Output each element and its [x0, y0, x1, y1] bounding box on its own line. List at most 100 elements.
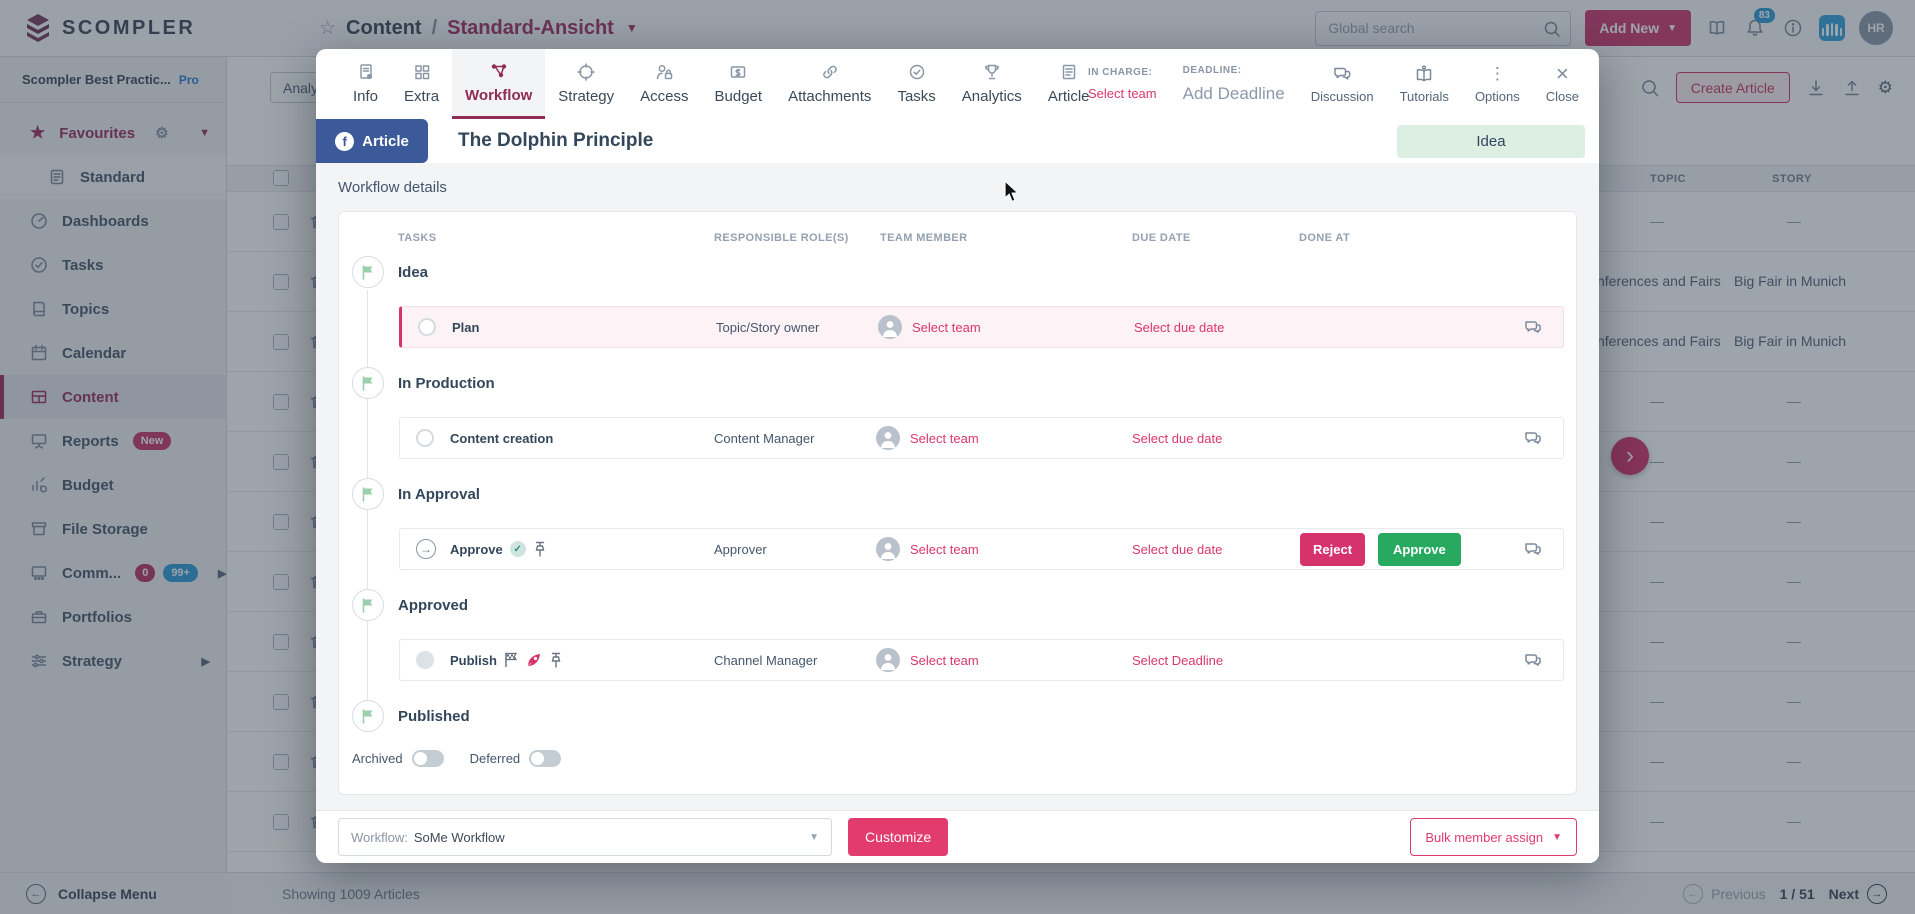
tab-workflow[interactable]: Workflow [452, 49, 546, 119]
select-team-link[interactable]: Select team [910, 542, 979, 557]
column-role: RESPONSIBLE ROLE(S) [714, 232, 849, 244]
discussion-button[interactable]: Discussion [1311, 64, 1374, 104]
options-button[interactable]: ⋮ Options [1475, 64, 1520, 104]
task-name: Plan [452, 319, 480, 335]
trophy-icon [984, 64, 999, 80]
task-row-content-creation: Content creation Content Manager Select … [399, 417, 1564, 459]
approve-button[interactable]: Approve [1378, 532, 1461, 566]
select-deadline-link[interactable]: Select Deadline [1132, 653, 1223, 668]
tab-access[interactable]: Access [627, 49, 701, 119]
mouse-cursor [1004, 180, 1020, 203]
section-title: Workflow details [338, 179, 447, 196]
workflow-status-badge: Idea [1397, 124, 1585, 158]
deadline-label: DEADLINE: [1182, 64, 1242, 76]
approval-check-icon: ✓ [509, 541, 526, 557]
column-tasks: TASKS [398, 232, 437, 244]
task-role: Content Manager [714, 430, 815, 446]
facebook-icon: f [335, 131, 355, 151]
article-type-badge: f Article [316, 119, 428, 163]
archived-toggle[interactable] [411, 750, 444, 767]
stage-in-production: In Production [352, 367, 495, 399]
close-icon: × [1555, 61, 1569, 86]
task-chat-icon[interactable] [1523, 307, 1543, 347]
pin-icon [535, 541, 545, 557]
kebab-menu-icon: ⋮ [1488, 64, 1506, 83]
go-to-task-icon[interactable]: → [416, 539, 436, 559]
task-row-approve: → Approve ✓ Approver Select team Select … [399, 528, 1564, 570]
customize-button[interactable]: Customize [848, 818, 949, 856]
avatar [878, 315, 902, 339]
link-icon [822, 65, 837, 79]
task-chat-icon[interactable] [1523, 640, 1543, 680]
column-team: TEAM MEMBER [880, 232, 968, 244]
tab-strategy[interactable]: Strategy [545, 49, 627, 119]
select-team-link[interactable]: Select team [910, 653, 979, 668]
info-document-icon [359, 64, 372, 80]
stage-idea: Idea [352, 256, 428, 288]
task-name: Content creation [450, 430, 554, 446]
tab-attachments[interactable]: Attachments [775, 49, 884, 119]
tab-analytics[interactable]: Analytics [949, 49, 1035, 119]
article-document-icon [1062, 64, 1075, 80]
modal-title-bar: f Article The Dolphin Principle Idea [316, 119, 1599, 163]
flag-icon [352, 256, 384, 288]
chevron-down-icon: ▼ [1552, 831, 1562, 843]
task-row-publish: Publish Channel Manager Select team Sele… [399, 639, 1564, 681]
tab-tasks[interactable]: Tasks [884, 49, 948, 119]
flag-icon [352, 589, 384, 621]
workflow-card: TASKS RESPONSIBLE ROLE(S) TEAM MEMBER DU… [338, 211, 1577, 795]
task-chat-icon[interactable] [1523, 418, 1543, 458]
tab-info[interactable]: Info [340, 49, 391, 119]
archived-toggle-group: Archived [352, 750, 444, 767]
grid-icon [414, 65, 429, 80]
select-due-date-link[interactable]: Select due date [1132, 431, 1222, 446]
reject-button[interactable]: Reject [1300, 532, 1366, 566]
bulk-member-assign-button[interactable]: Bulk member assign ▼ [1410, 818, 1577, 856]
task-complete-checkbox[interactable] [416, 429, 434, 447]
select-due-date-link[interactable]: Select due date [1134, 320, 1224, 335]
add-deadline-link[interactable]: Add Deadline [1183, 84, 1285, 104]
tab-extra[interactable]: Extra [391, 49, 452, 119]
deferred-toggle[interactable] [529, 750, 562, 767]
column-done: DONE AT [1299, 232, 1351, 244]
in-charge-select-team-link[interactable]: Select team [1088, 86, 1157, 101]
discussion-chat-icon [1334, 67, 1351, 80]
workflow-select-label: Workflow: [351, 829, 408, 845]
select-due-date-link[interactable]: Select due date [1132, 542, 1222, 557]
avatar [876, 648, 900, 672]
task-role: Topic/Story owner [716, 319, 820, 335]
column-due: DUE DATE [1132, 232, 1191, 244]
chevron-down-icon: ▼ [809, 831, 819, 843]
archived-label: Archived [352, 751, 403, 766]
flag-icon [352, 367, 384, 399]
stage-published: Published [352, 700, 470, 732]
money-icon [731, 66, 746, 78]
task-name: Approve [450, 541, 503, 557]
task-complete-checkbox[interactable] [418, 318, 436, 336]
task-role: Channel Manager [714, 652, 818, 668]
close-button[interactable]: × Close [1546, 61, 1579, 104]
tutorials-book-icon [1417, 65, 1432, 82]
select-team-link[interactable]: Select team [912, 320, 981, 335]
tutorials-button[interactable]: Tutorials [1400, 64, 1449, 104]
finish-flag-icon [505, 652, 518, 668]
workflow-select[interactable]: Workflow: SoMe Workflow ▼ [338, 818, 832, 856]
target-icon [577, 63, 595, 81]
flag-icon [352, 478, 384, 510]
task-role: Approver [714, 541, 767, 557]
article-workflow-modal: Info Extra Workflow Strategy Access Budg… [316, 49, 1599, 863]
modal-footer: Workflow: SoMe Workflow ▼ Customize Bulk… [316, 810, 1599, 863]
check-circle-icon [909, 64, 924, 80]
task-chat-icon[interactable] [1523, 529, 1543, 569]
stage-in-approval: In Approval [352, 478, 480, 510]
pin-icon [551, 652, 561, 668]
tab-budget[interactable]: Budget [702, 49, 776, 119]
task-name: Publish [450, 652, 497, 668]
stage-approved: Approved [352, 589, 468, 621]
select-team-link[interactable]: Select team [910, 431, 979, 446]
deadline-block: DEADLINE: Add Deadline [1183, 65, 1285, 104]
workflow-nodes-icon [491, 63, 506, 77]
in-charge-label: IN CHARGE: [1087, 67, 1153, 78]
workflow-select-value: SoMe Workflow [413, 829, 505, 845]
flag-icon [352, 700, 384, 732]
